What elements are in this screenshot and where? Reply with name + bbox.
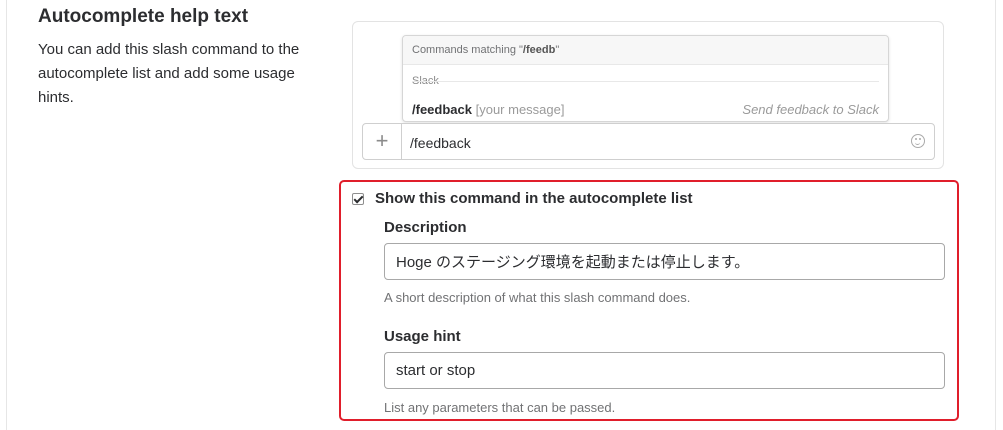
autocomplete-command: /feedback <box>412 102 472 117</box>
usage-hint-label: Usage hint <box>384 328 461 345</box>
description-help-text: A short description of what this slash c… <box>384 290 691 305</box>
autocomplete-item[interactable]: /feedback [your message] Send feedback t… <box>412 102 879 117</box>
section-title: Autocomplete help text <box>38 6 249 27</box>
usage-hint-help-text: List any parameters that can be passed. <box>384 400 616 415</box>
autocomplete-hint: [your message] <box>475 102 565 117</box>
matching-suffix: " <box>555 44 560 56</box>
message-input[interactable] <box>408 124 892 161</box>
autocomplete-popup: Commands matching "/feedb" Slack /feedba… <box>402 35 889 122</box>
message-composer: + <box>362 123 935 161</box>
autocomplete-command-description: Send feedback to Slack <box>742 102 879 117</box>
right-divider <box>995 0 996 430</box>
emoji-icon[interactable] <box>911 134 925 148</box>
description-label: Description <box>384 219 467 236</box>
matching-query: /feedb <box>522 44 556 56</box>
group-divider <box>412 81 879 82</box>
section-description: You can add this slash command to the au… <box>38 41 300 106</box>
usage-hint-input[interactable] <box>384 352 945 389</box>
autocomplete-checkbox[interactable] <box>352 193 364 205</box>
matching-prefix: Commands matching " <box>412 44 523 56</box>
description-input[interactable] <box>384 243 945 280</box>
autocomplete-checkbox-label[interactable]: Show this command in the autocomplete li… <box>375 190 693 207</box>
plus-icon[interactable]: + <box>363 124 402 159</box>
left-divider <box>6 0 7 430</box>
autocomplete-header: Commands matching "/feedb" <box>403 36 888 65</box>
